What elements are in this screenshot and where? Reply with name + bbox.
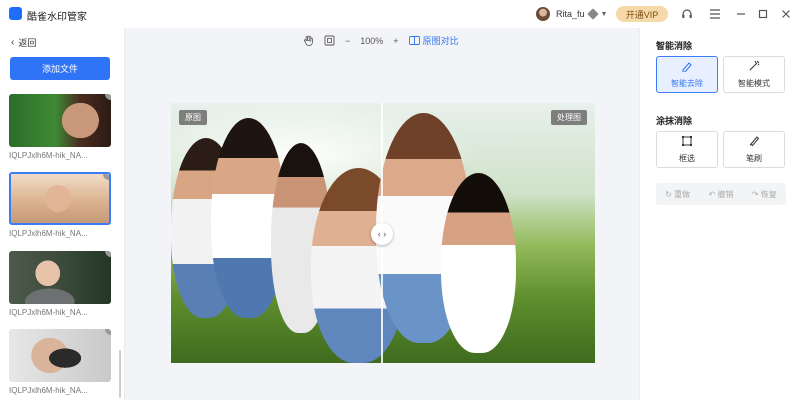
compare-label: 原图对比	[422, 36, 459, 46]
chevron-left-icon: ‹	[11, 37, 15, 48]
file-name: IQLPJxlh6M-hik_NA...	[9, 386, 88, 395]
file-thumbnail[interactable]: ×	[9, 172, 111, 225]
file-thumbnail[interactable]: ×	[9, 329, 111, 382]
avatar[interactable]	[536, 7, 550, 21]
preview-canvas: − 100% + 原图对比 ‹ › 原图 处理图	[125, 28, 639, 400]
compare-button[interactable]: 原图对比	[408, 34, 459, 47]
restore-icon: ↷	[751, 189, 759, 199]
smart-section-title: 智能消除	[656, 41, 693, 51]
processed-tag: 处理图	[551, 110, 587, 125]
file-name: IQLPJxlh6M-hik_NA...	[9, 229, 88, 238]
user-menu[interactable]: Rita_fu ▼	[536, 7, 607, 21]
file-name: IQLPJxlh6M-hik_NA...	[9, 308, 88, 317]
add-file-button[interactable]: 添加文件	[10, 57, 110, 80]
undo-button[interactable]: ↶ 撤销	[709, 189, 734, 200]
file-item[interactable]: × IQLPJxlh6M-hik_NA...	[9, 172, 111, 238]
file-sidebar: ‹ 返回 添加文件 × IQLPJxlh6M-hik_NA... × IQLPJ…	[0, 28, 125, 400]
back-link[interactable]: ‹ 返回	[11, 36, 36, 49]
remove-file-icon[interactable]: ×	[105, 329, 111, 335]
chevron-down-icon[interactable]: ▼	[601, 11, 608, 18]
original-tag: 原图	[179, 110, 207, 125]
compare-icon	[408, 36, 420, 45]
compare-image[interactable]: ‹ › 原图 处理图	[171, 103, 595, 363]
zoom-out-icon[interactable]: −	[345, 36, 350, 46]
open-vip-button[interactable]: 开通VIP	[616, 6, 668, 22]
file-thumbnail[interactable]: ×	[9, 251, 111, 304]
remove-file-icon[interactable]: ×	[103, 174, 109, 180]
history-controls: ↻ 重做 ↶ 撤销 ↷ 恢复	[656, 183, 786, 205]
zoom-level: 100%	[360, 35, 384, 46]
remove-file-icon[interactable]: ×	[105, 251, 111, 257]
undo-icon: ↶	[708, 189, 716, 199]
tools-panel: 智能消除 智能去除 智能模式 涂抹消除 框选 笔刷 ↻ 重做 ↶ 撤销 ↷ 恢复	[639, 28, 800, 400]
close-icon[interactable]	[778, 6, 794, 22]
brush-button[interactable]: 笔刷	[723, 131, 785, 168]
app-title: 酷雀水印管家	[27, 12, 87, 23]
minimize-icon[interactable]	[733, 6, 749, 22]
hand-icon[interactable]	[303, 35, 314, 46]
box-select-icon	[681, 135, 693, 150]
menu-icon[interactable]	[707, 6, 723, 22]
smart-remove-label: 智能去除	[671, 79, 703, 88]
file-name: IQLPJxlh6M-hik_NA...	[9, 151, 88, 160]
person-figure	[441, 173, 516, 353]
preview-toolbar: − 100% + 原图对比	[303, 34, 469, 47]
fit-screen-icon[interactable]	[324, 35, 335, 46]
brush-label: 笔刷	[746, 154, 762, 163]
app-logo-icon	[9, 7, 22, 20]
compare-slider-handle[interactable]: ‹ ›	[371, 223, 393, 245]
headset-icon[interactable]	[679, 6, 695, 22]
back-label: 返回	[18, 38, 37, 48]
redo-icon: ↻	[665, 189, 672, 199]
title-bar: 酷雀水印管家 Rita_fu ▼ 开通VIP	[0, 0, 800, 28]
restore-label: 恢复	[760, 189, 777, 199]
undo-label: 撤销	[717, 189, 734, 199]
box-select-label: 框选	[679, 154, 695, 163]
membership-gem-icon	[586, 8, 599, 20]
wand-icon	[748, 60, 760, 75]
username: Rita_fu	[556, 9, 585, 19]
sidebar-scrollbar[interactable]	[119, 350, 121, 398]
zoom-in-icon[interactable]: +	[393, 36, 398, 46]
brush-icon	[748, 135, 760, 150]
redo-label: 重做	[674, 189, 691, 199]
file-item[interactable]: × IQLPJxlh6M-hik_NA...	[9, 329, 111, 395]
smart-mode-label: 智能模式	[738, 79, 770, 88]
file-item[interactable]: × IQLPJxlh6M-hik_NA...	[9, 251, 111, 317]
smart-remove-button[interactable]: 智能去除	[656, 56, 718, 93]
brush-section-title: 涂抹消除	[656, 116, 693, 126]
maximize-icon[interactable]	[755, 6, 771, 22]
redo-button[interactable]: ↻ 重做	[665, 189, 690, 200]
remove-file-icon[interactable]: ×	[105, 94, 111, 100]
file-thumbnail[interactable]: ×	[9, 94, 111, 147]
eraser-icon	[681, 60, 693, 75]
box-select-button[interactable]: 框选	[656, 131, 718, 168]
file-item[interactable]: × IQLPJxlh6M-hik_NA...	[9, 94, 111, 160]
restore-button[interactable]: ↷ 恢复	[752, 189, 777, 200]
smart-mode-button[interactable]: 智能模式	[723, 56, 785, 93]
